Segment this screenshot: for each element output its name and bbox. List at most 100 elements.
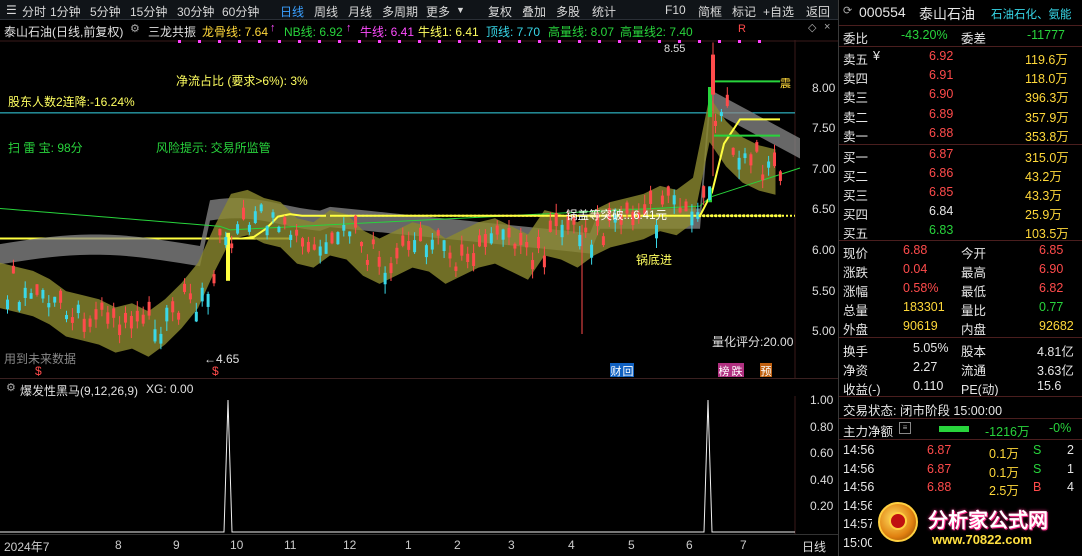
period-tab-multi[interactable]: 多周期	[382, 3, 418, 20]
top-line-value: 顶线: 7.70	[486, 25, 541, 39]
candle-body	[419, 227, 422, 242]
forecast-tag[interactable]: 预	[760, 363, 772, 378]
top-dot-marker	[458, 40, 461, 43]
candle-body	[649, 190, 653, 204]
weibi-value: -43.20%	[901, 28, 948, 42]
candle-body	[413, 240, 417, 253]
period-tab-daily[interactable]: 日线	[280, 3, 304, 20]
period-tab-monthly[interactable]: 月线	[348, 3, 372, 20]
candle-body	[531, 260, 535, 270]
period-indicator[interactable]: 日线	[802, 538, 826, 555]
rank-tag[interactable]: 榜	[718, 363, 730, 378]
bid-price: 6.87	[929, 147, 954, 161]
quote-value: 0.04	[903, 262, 928, 276]
ask-price: 6.89	[929, 106, 954, 121]
action-diejia[interactable]: 叠加	[522, 3, 546, 20]
candle-body	[495, 225, 499, 235]
huifu-tag[interactable]: 回	[622, 363, 634, 378]
sub-indicator-chart[interactable]	[0, 396, 838, 534]
fall-tag[interactable]: 跌	[730, 363, 744, 378]
candle-body	[94, 309, 98, 320]
quote-label: 总量	[843, 304, 869, 318]
candle-body	[513, 243, 517, 249]
candle-body	[501, 229, 505, 240]
fund-value: 4.81亿	[1037, 345, 1074, 359]
stock-sector[interactable]: 石油石化、氨能	[991, 6, 1072, 22]
period-tab-30min[interactable]: 30分钟	[177, 3, 214, 20]
main-net-chart-icon[interactable]: ≡	[899, 422, 911, 434]
date-tick: 9	[173, 538, 180, 552]
bull1-line-value: 牛线1: 6.41	[418, 25, 479, 39]
quote-label: 涨幅	[843, 285, 869, 299]
menu-icon[interactable]: ☰	[6, 3, 17, 17]
ask-row: 卖四 6.91 118.0万	[839, 67, 1082, 86]
net-flow-annotation: 净流占比 (要求>6%): 3%	[176, 74, 308, 88]
top-dot-marker	[398, 40, 401, 43]
action-add-watchlist[interactable]: +自选	[763, 3, 794, 20]
candle-body	[460, 244, 464, 256]
dragon-up-arrow-icon: ↑	[270, 22, 276, 34]
breakout-dot	[758, 214, 762, 218]
action-f10[interactable]: F10	[665, 3, 686, 17]
divider	[839, 439, 1082, 440]
refresh-icon[interactable]: ⟳	[843, 4, 852, 17]
period-tab-fenshi[interactable]: 分时	[22, 3, 46, 20]
date-tick: 2024年7	[4, 540, 50, 554]
candle-body	[360, 241, 363, 247]
quote-label: 现价	[843, 247, 869, 261]
ask-volume: 353.8万	[1025, 129, 1069, 144]
fund-label: 流通	[961, 364, 987, 378]
candle-body	[542, 255, 546, 268]
period-tab-1min[interactable]: 1分钟	[50, 3, 81, 20]
tick-row: 14:56 6.87 0.1万 S 2	[839, 442, 1082, 461]
candle-body	[584, 227, 588, 233]
indicator-settings-icon[interactable]: ⚙	[130, 22, 140, 35]
sub-tick: 0.40	[810, 473, 834, 487]
breakout-dot	[714, 214, 718, 218]
tick-time: 14:57	[843, 517, 875, 531]
ask-price: 6.88	[929, 125, 954, 140]
action-duogu[interactable]: 多股	[556, 3, 580, 20]
top-dot-marker	[578, 40, 581, 43]
sub-settings-icon[interactable]: ⚙	[6, 381, 16, 394]
price-tick: 7.00	[812, 162, 836, 176]
finance-tag[interactable]: 财	[610, 363, 622, 378]
period-tab-5min[interactable]: 5分钟	[90, 3, 121, 20]
action-fuquan[interactable]: 复权	[488, 3, 512, 20]
brand-name: 分析家公式网	[928, 510, 1048, 532]
candle-body	[53, 296, 57, 303]
candle-body	[778, 171, 782, 181]
top-dot-marker	[298, 40, 301, 43]
ask-volume: 118.0万	[1025, 72, 1068, 87]
period-tab-more[interactable]: 更多	[426, 3, 450, 20]
top-dot-marker	[258, 40, 261, 43]
candle-body	[253, 211, 257, 224]
close-icon[interactable]: ×	[824, 21, 830, 33]
candle-body	[442, 240, 446, 252]
main-price-chart[interactable]	[0, 40, 838, 378]
price-tick: 6.50	[812, 202, 836, 216]
quote-row: 现价 6.88 今开 6.85	[839, 242, 1082, 261]
candle-body	[283, 217, 287, 225]
action-tongji[interactable]: 统计	[592, 3, 616, 20]
candle-body	[672, 195, 676, 205]
indicator-name[interactable]: 三龙共振	[148, 23, 196, 40]
more-dropdown-icon[interactable]: ▼	[456, 5, 465, 15]
sub-tick: 0.60	[810, 446, 834, 460]
fund-label: 换手	[843, 345, 869, 359]
candle-body	[466, 253, 470, 263]
candle-body	[578, 234, 582, 247]
period-tab-60min[interactable]: 60分钟	[222, 3, 259, 20]
quote-value: 6.85	[1039, 243, 1064, 257]
action-biaoji[interactable]: 标记	[732, 3, 756, 20]
action-back[interactable]: 返回	[806, 3, 830, 20]
action-jiankuang[interactable]: 简框	[698, 3, 722, 20]
diamond-icon[interactable]: ◇	[808, 21, 816, 34]
bid-row: 买三 6.85 43.3万	[839, 184, 1082, 203]
period-tab-weekly[interactable]: 周线	[314, 3, 338, 20]
bid-row: 买二 6.86 43.2万	[839, 165, 1082, 184]
signal-line	[0, 399, 795, 533]
candle-body	[265, 226, 269, 236]
period-tab-15min[interactable]: 15分钟	[130, 3, 167, 20]
ask-price: 6.91	[929, 68, 954, 83]
